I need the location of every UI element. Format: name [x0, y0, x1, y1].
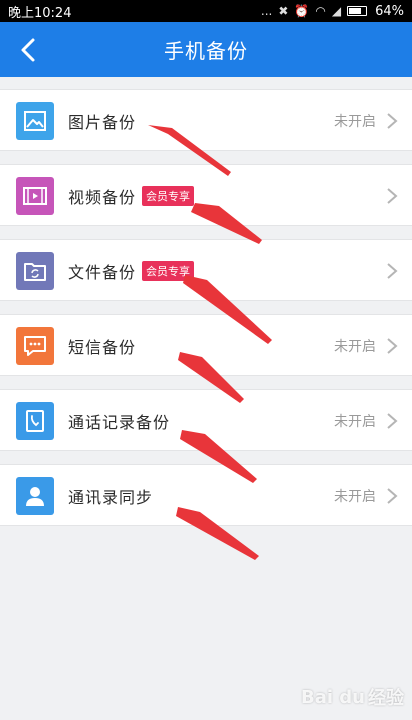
back-button[interactable]: [10, 32, 46, 68]
alarm-icon: ⏰: [294, 4, 310, 18]
chevron-right-icon: [387, 413, 398, 429]
chevron-right-icon: [387, 113, 398, 129]
member-badge: 会员专享: [142, 261, 195, 281]
status-icons: ... ✖ ⏰ ◠ ◢ 64%: [261, 4, 404, 19]
wifi-icon: ◠: [315, 4, 326, 18]
item-status: 未开启: [334, 414, 376, 430]
chevron-right-icon: [387, 263, 398, 279]
status-time: 晚上10:24: [8, 5, 72, 21]
battery-percent: 64%: [375, 3, 404, 19]
item-status: 未开启: [334, 339, 376, 355]
baidu-jingyan-watermark: Bai du 经验: [274, 680, 404, 714]
status-bar: 晚上10:24 ... ✖ ⏰ ◠ ◢ 64%: [0, 0, 412, 22]
item-status: 未开启: [334, 114, 376, 130]
list-item-contacts-sync[interactable]: 通讯录同步 未开启: [0, 464, 412, 526]
phone-log-icon: [16, 402, 54, 440]
member-badge: 会员专享: [142, 186, 195, 206]
signal-icon: ◢: [331, 4, 342, 18]
notification-dots: ...: [260, 4, 273, 18]
contact-icon: [16, 477, 54, 515]
video-icon: [16, 177, 54, 215]
item-label: 文件备份 会员专享: [68, 240, 195, 302]
list-item-file-backup[interactable]: 文件备份 会员专享: [0, 239, 412, 301]
image-icon: [16, 102, 54, 140]
folder-sync-icon: [16, 252, 54, 290]
item-status: 未开启: [334, 489, 376, 505]
list-item-call-log-backup[interactable]: 通话记录备份 未开启: [0, 389, 412, 451]
item-label: 通话记录备份: [68, 413, 171, 432]
list-item-sms-backup[interactable]: 短信备份 未开启: [0, 314, 412, 376]
back-arrow-icon: [21, 38, 35, 62]
watermark-brand: Bai du: [300, 686, 365, 708]
page-title: 手机备份: [164, 39, 248, 63]
battery-icon: [347, 6, 368, 16]
chevron-right-icon: [387, 488, 398, 504]
item-label: 图片备份: [68, 113, 137, 132]
chevron-right-icon: [387, 338, 398, 354]
item-label: 通讯录同步: [68, 488, 154, 507]
watermark-text: 经验: [368, 688, 404, 709]
chevron-right-icon: [387, 188, 398, 204]
item-label: 视频备份 会员专享: [68, 165, 195, 227]
mute-icon: ✖: [278, 4, 289, 18]
message-icon: [16, 327, 54, 365]
list-item-photo-backup[interactable]: 图片备份 未开启: [0, 89, 412, 151]
list-item-video-backup[interactable]: 视频备份 会员专享: [0, 164, 412, 226]
app-bar: 手机备份: [0, 22, 412, 77]
item-label: 短信备份: [68, 338, 137, 357]
